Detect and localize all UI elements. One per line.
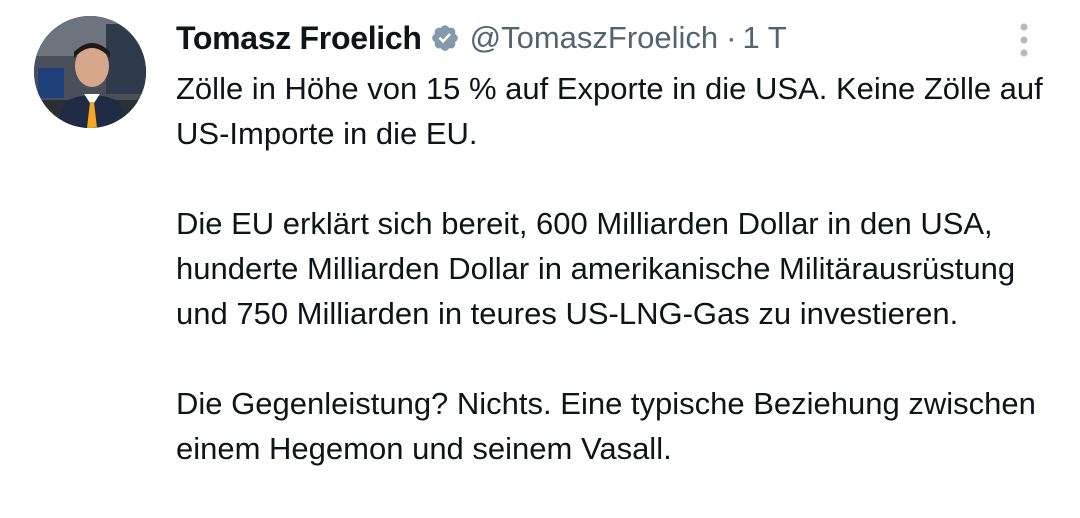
tweet-text: Zölle in Höhe von 15 % auf Exporte in di… [176,66,1056,471]
avatar-photo [34,16,146,128]
tweet-paragraph: Die Gegenleistung? Nichts. Eine typische… [176,386,1036,466]
more-vertical-icon[interactable] [1012,20,1036,60]
verified-badge-icon[interactable] [430,23,460,53]
tweet[interactable]: Tomasz Froelich @TomaszFroelich · 1 T Zö… [0,0,1080,518]
author-handle[interactable]: @TomaszFroelich [470,20,719,56]
tweet-paragraph: Die EU erklärt sich bereit, 600 Milliard… [176,206,1016,331]
author-avatar[interactable] [34,16,146,128]
tweet-header: Tomasz Froelich @TomaszFroelich · 1 T [176,16,787,60]
author-display-name[interactable]: Tomasz Froelich [176,20,422,57]
tweet-paragraph: Zölle in Höhe von 15 % auf Exporte in di… [176,71,1043,151]
header-separator: · [726,20,737,55]
tweet-timestamp[interactable]: 1 T [743,20,787,56]
